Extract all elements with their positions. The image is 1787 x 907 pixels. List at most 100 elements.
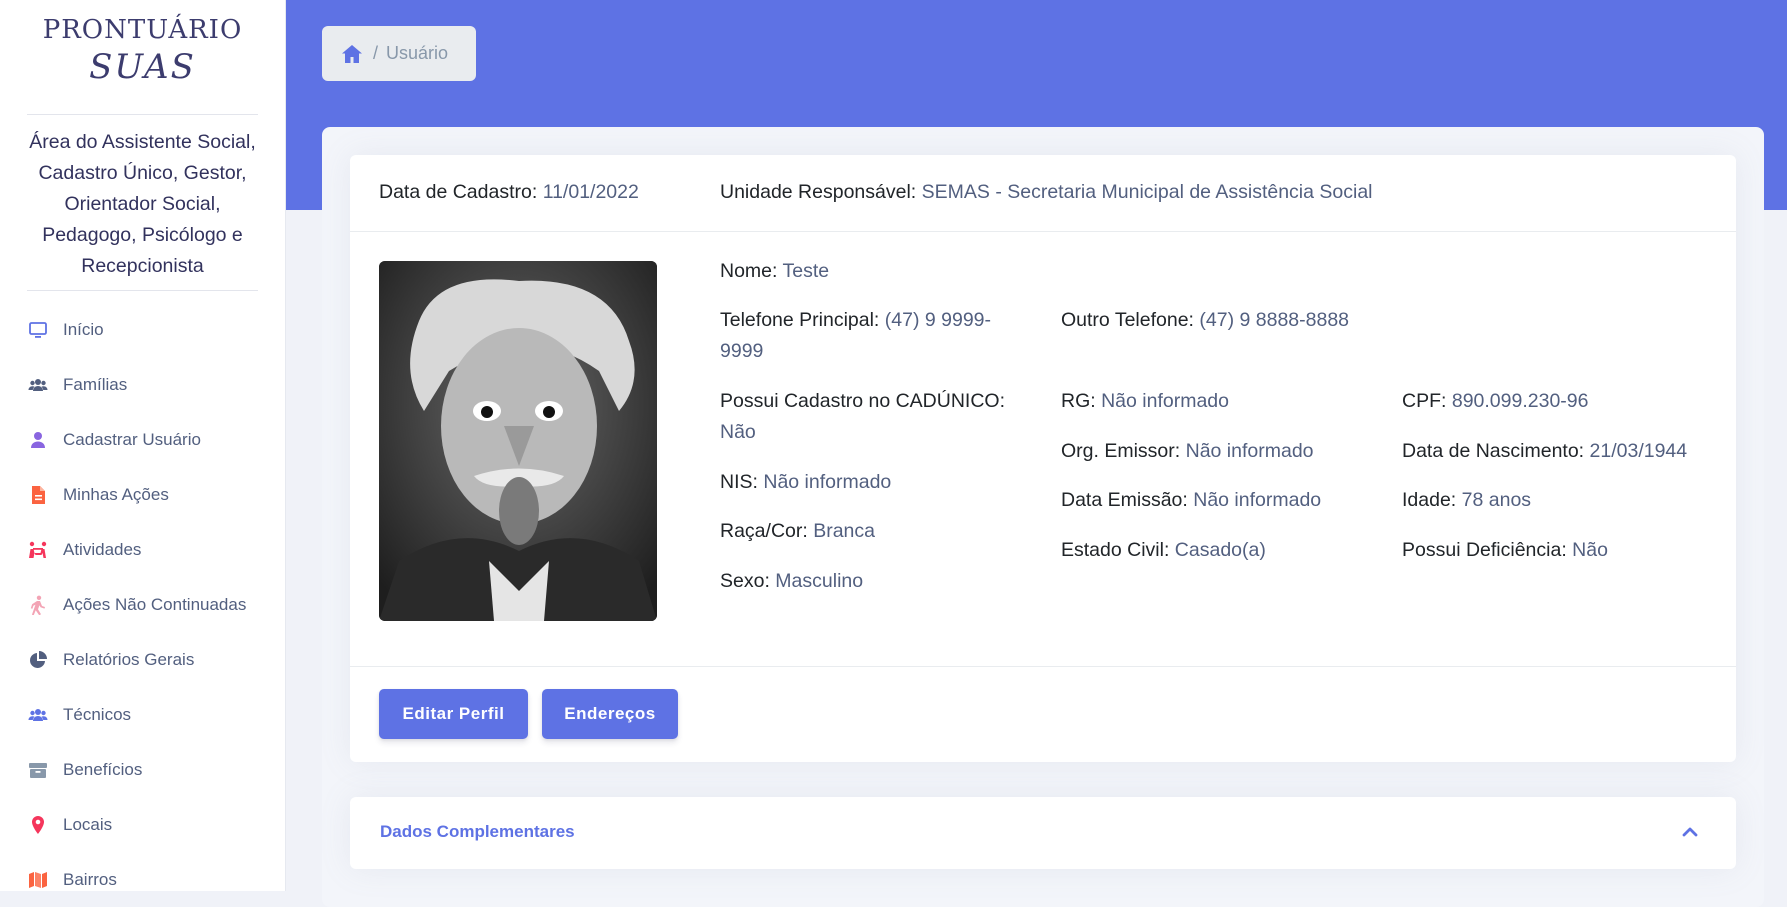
- field-cadunico: Possui Cadastro no CADÚNICO: Não: [720, 386, 1020, 448]
- field-label: Idade:: [1402, 489, 1457, 511]
- sidebar: PRONTUÁRIO SUAS Área do Assistente Socia…: [0, 0, 286, 891]
- archive-icon: [27, 759, 49, 781]
- users-icon: [27, 374, 49, 396]
- sidebar-item-label: Técnicos: [63, 704, 132, 724]
- edit-profile-button[interactable]: Editar Perfil: [379, 689, 528, 739]
- sidebar-item-cadastrar-usuario[interactable]: Cadastrar Usuário: [0, 412, 285, 467]
- sidebar-item-label: Minhas Ações: [63, 484, 169, 504]
- field-label: Estado Civil:: [1061, 539, 1170, 561]
- brand-line2: SUAS: [89, 47, 196, 87]
- file-icon: [27, 484, 49, 506]
- sidebar-item-atividades[interactable]: Atividades: [0, 522, 285, 577]
- field-org-emissor: Org. Emissor: Não informado: [1061, 436, 1314, 467]
- breadcrumb: / Usuário: [322, 26, 476, 81]
- field-value: Casado(a): [1174, 539, 1266, 561]
- field-label: RG:: [1061, 390, 1096, 412]
- field-value: Não informado: [1193, 489, 1322, 511]
- pie-chart-icon: [27, 649, 49, 671]
- field-label: Sexo:: [720, 570, 770, 592]
- responsible-unit: Unidade Responsável: SEMAS - Secretaria …: [720, 181, 1373, 204]
- sidebar-item-label: Famílias: [63, 374, 128, 394]
- breadcrumb-separator: /: [373, 43, 379, 63]
- home-icon[interactable]: [341, 44, 363, 64]
- field-label: Telefone Principal:: [720, 309, 880, 331]
- field-nis: NIS: Não informado: [720, 467, 891, 498]
- sidebar-item-label: Relatórios Gerais: [63, 649, 195, 669]
- card-header: Data de Cadastro: 11/01/2022 Unidade Res…: [350, 155, 1736, 232]
- field-value: Teste: [782, 260, 830, 282]
- field-data-emissao: Data Emissão: Não informado: [1061, 485, 1321, 516]
- field-label: Org. Emissor:: [1061, 440, 1181, 462]
- complementary-data-title[interactable]: Dados Complementares: [380, 822, 575, 842]
- sidebar-item-label: Bairros: [63, 869, 117, 889]
- sidebar-item-familias[interactable]: Famílias: [0, 357, 285, 412]
- chevron-up-icon[interactable]: [1682, 825, 1698, 839]
- brand-line1: PRONTUÁRIO: [42, 15, 243, 45]
- field-value: Não informado: [1101, 390, 1229, 412]
- people-activity-icon: [27, 539, 49, 561]
- sidebar-item-bairros[interactable]: Bairros: [0, 852, 285, 907]
- field-outro-telefone: Outro Telefone: (47) 9 8888-8888: [1061, 305, 1349, 336]
- field-label: NIS:: [720, 471, 758, 493]
- field-sexo: Sexo: Masculino: [720, 566, 863, 597]
- sidebar-item-locais[interactable]: Locais: [0, 797, 285, 852]
- field-value: Não: [1572, 539, 1608, 561]
- user-photo: [379, 261, 657, 621]
- sidebar-item-label: Ações Não Continuadas: [63, 594, 247, 614]
- sidebar-item-label: Início: [63, 319, 104, 339]
- complementary-data-panel[interactable]: Dados Complementares: [350, 797, 1736, 869]
- users-icon: [27, 704, 49, 726]
- map-pin-icon: [27, 814, 49, 836]
- field-cpf: CPF: 890.099.230-96: [1402, 386, 1588, 417]
- field-label: Data de Nascimento:: [1402, 440, 1585, 462]
- field-label: CPF:: [1402, 390, 1447, 412]
- sidebar-item-inicio[interactable]: Início: [0, 302, 285, 357]
- field-estado-civil: Estado Civil: Casado(a): [1061, 535, 1266, 566]
- field-label: Possui Cadastro no CADÚNICO:: [720, 390, 1006, 412]
- user-icon: [27, 429, 49, 451]
- registration-date: Data de Cadastro: 11/01/2022: [379, 181, 639, 204]
- monitor-icon: [27, 319, 49, 341]
- sidebar-nav: Início Famílias Cadastrar Usuário Minhas…: [0, 291, 285, 907]
- field-label: Nome:: [720, 260, 778, 282]
- field-idade: Idade: 78 anos: [1402, 485, 1531, 516]
- field-value: Não informado: [763, 471, 892, 493]
- field-data-nascimento: Data de Nascimento: 21/03/1944: [1402, 436, 1687, 467]
- field-value: Não: [720, 421, 756, 443]
- sidebar-item-minhas-acoes[interactable]: Minhas Ações: [0, 467, 285, 522]
- walking-icon: [27, 594, 49, 616]
- sidebar-item-beneficios[interactable]: Benefícios: [0, 742, 285, 797]
- field-label: Possui Deficiência:: [1402, 539, 1567, 561]
- addresses-button[interactable]: Endereços: [542, 689, 678, 739]
- card-divider: [350, 666, 1736, 667]
- field-rg: RG: Não informado: [1061, 386, 1229, 417]
- field-label: Data Emissão:: [1061, 489, 1188, 511]
- registration-date-value: 11/01/2022: [542, 181, 639, 203]
- field-nome: Nome: Teste: [720, 256, 829, 287]
- field-value: 890.099.230-96: [1451, 390, 1589, 412]
- field-value: Masculino: [775, 570, 864, 592]
- field-possui-deficiencia: Possui Deficiência: Não: [1402, 535, 1608, 566]
- sidebar-item-acoes-nao-continuadas[interactable]: Ações Não Continuadas: [0, 577, 285, 632]
- user-profile-card: Data de Cadastro: 11/01/2022 Unidade Res…: [350, 155, 1736, 762]
- field-value: 21/03/1944: [1589, 440, 1688, 462]
- field-label: Outro Telefone:: [1061, 309, 1194, 331]
- field-value: (47) 9 8888-8888: [1199, 309, 1350, 331]
- field-value: Não informado: [1185, 440, 1314, 462]
- breadcrumb-current: Usuário: [386, 43, 449, 63]
- field-value: Branca: [813, 520, 875, 542]
- sidebar-item-label: Locais: [63, 814, 113, 834]
- sidebar-item-label: Cadastrar Usuário: [63, 429, 201, 449]
- responsible-unit-label: Unidade Responsável:: [720, 181, 917, 203]
- brand-logo[interactable]: PRONTUÁRIO SUAS: [0, 0, 285, 114]
- field-telefone-principal: Telefone Principal: (47) 9 9999-9999: [720, 305, 1020, 367]
- field-value: 78 anos: [1461, 489, 1532, 511]
- field-raca-cor: Raça/Cor: Branca: [720, 516, 875, 547]
- registration-date-label: Data de Cadastro:: [379, 181, 538, 203]
- sidebar-item-relatorios-gerais[interactable]: Relatórios Gerais: [0, 632, 285, 687]
- sidebar-item-tecnicos[interactable]: Técnicos: [0, 687, 285, 742]
- sidebar-item-label: Benefícios: [63, 759, 143, 779]
- role-description: Área do Assistente Social, Cadastro Únic…: [29, 131, 256, 277]
- field-label: Raça/Cor:: [720, 520, 808, 542]
- responsible-unit-value: SEMAS - Secretaria Municipal de Assistên…: [921, 181, 1373, 203]
